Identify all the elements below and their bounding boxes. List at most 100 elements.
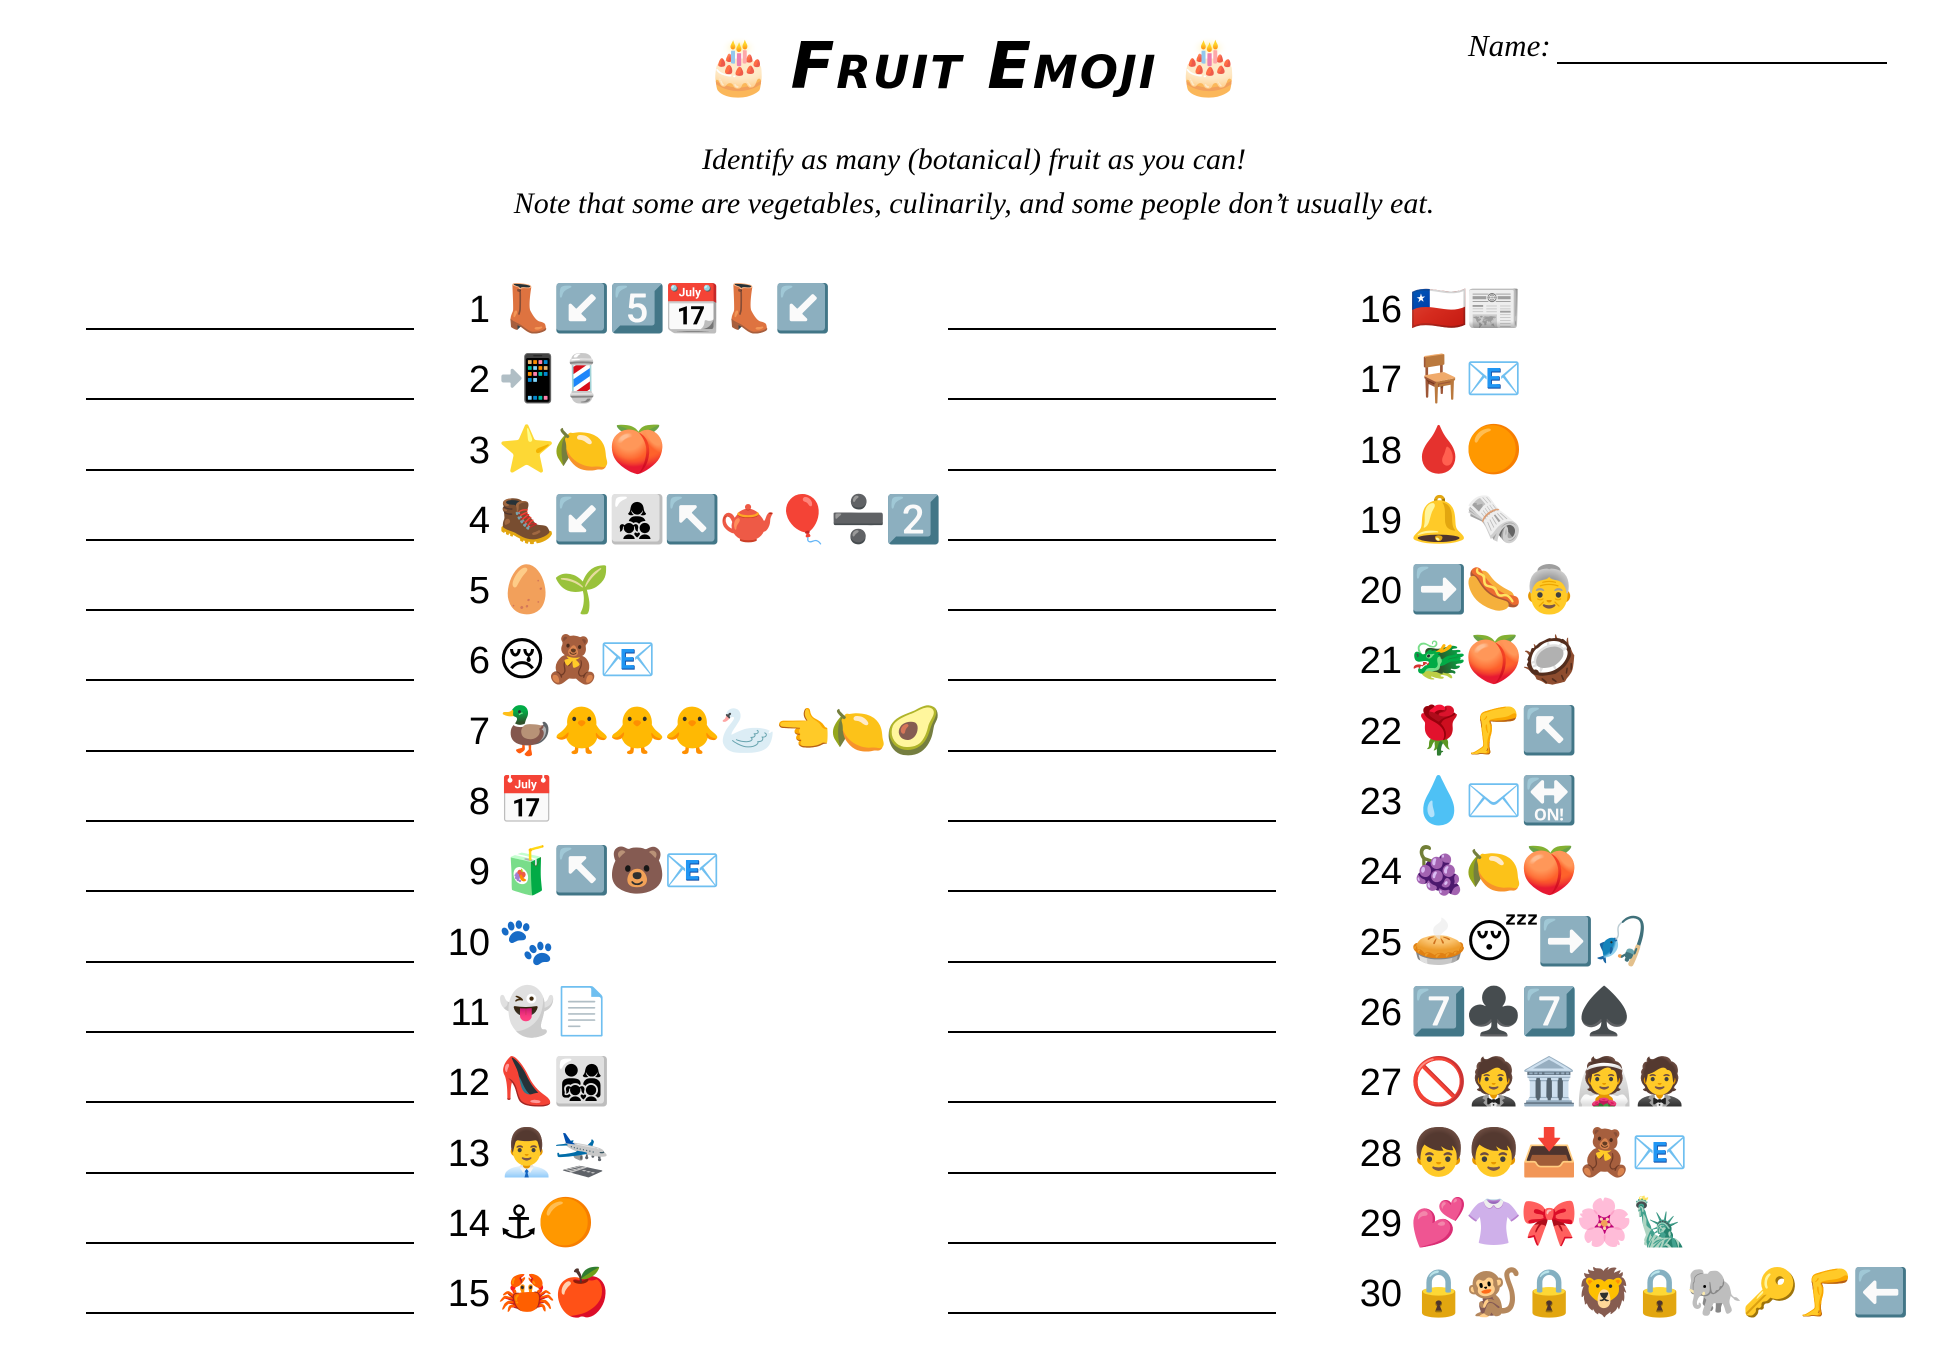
answer-blank-line[interactable] <box>948 1030 1276 1033</box>
worksheet-header: 🎂 Fruit Emoji 🎂 Name: Identify as many (… <box>0 0 1948 260</box>
answer-blank-line[interactable] <box>86 468 414 471</box>
question-number: 15 <box>447 1273 490 1316</box>
answer-blank-line[interactable] <box>948 749 1276 752</box>
question-number: 13 <box>447 1132 490 1175</box>
question-number: 7 <box>468 710 490 753</box>
emoji-clue: 🦀🍎 <box>498 1266 611 1319</box>
birthday-cake-icon: 🎂 <box>705 37 773 97</box>
question-number: 9 <box>468 851 490 894</box>
emoji-clue: 📅 <box>498 774 555 827</box>
name-field[interactable]: Name: <box>1468 28 1887 64</box>
answer-blank-line[interactable] <box>948 609 1276 612</box>
question-number: 25 <box>1359 921 1402 964</box>
emoji-clue: 🚫🤵🏛️👰🤵 <box>1410 1055 1688 1108</box>
left-question-column: 1 👢↙️5️⃣📆👢↙️ 2 📲💈 3 ⭐🍋🍑 4 🥾↙️👩‍👧‍👦↖️🫖🎈➗2️⃣ 5 🥚🌱 6 😢… <box>0 272 1000 1326</box>
question-row: 23 💧✉️🔛 <box>862 764 1862 834</box>
question-row: 4 🥾↙️👩‍👧‍👦↖️🫖🎈➗2️⃣ <box>0 483 1000 553</box>
answer-blank-line[interactable] <box>86 890 414 893</box>
emoji-clue: 🔔🗞️ <box>1410 492 1523 545</box>
question-row: 29 💕👚🎀🌸🗽 <box>862 1186 1862 1256</box>
name-blank-line[interactable] <box>1556 30 1887 64</box>
answer-blank-line[interactable] <box>86 679 414 682</box>
question-number: 29 <box>1359 1202 1402 1245</box>
emoji-clue: 🇨🇱📰 <box>1410 282 1523 334</box>
answer-blank-line[interactable] <box>86 1171 414 1174</box>
emoji-clue: 🩸🟠 <box>1410 422 1523 475</box>
right-question-column: 16 🇨🇱📰 17 🪑📧 18 🩸🟠 19 🔔🗞️ 20 ➡️🌭👵 21 🐲🍑🥥 22 🌹🦵↖️ 23 💧✉️… <box>862 272 1909 1326</box>
question-number: 12 <box>447 1062 490 1105</box>
answer-blank-line[interactable] <box>86 1101 414 1104</box>
answer-blank-line[interactable] <box>948 1101 1276 1104</box>
question-number: 19 <box>1359 499 1402 542</box>
answer-blank-line[interactable] <box>948 1312 1276 1315</box>
question-row: 20 ➡️🌭👵 <box>862 553 1862 623</box>
question-row: 13 👨‍💼🛬 <box>0 1116 1000 1186</box>
question-number: 8 <box>468 781 490 824</box>
answer-blank-line[interactable] <box>948 468 1276 471</box>
question-number: 24 <box>1359 851 1402 894</box>
question-number: 10 <box>447 921 490 964</box>
question-number: 23 <box>1359 781 1402 824</box>
question-row: 28 👦👦📥🧸📧 <box>862 1116 1862 1186</box>
emoji-clue: 🪑📧 <box>1410 352 1523 405</box>
question-row: 15 🦀🍎 <box>0 1256 1000 1326</box>
answer-blank-line[interactable] <box>948 328 1276 330</box>
answer-blank-line[interactable] <box>948 890 1276 893</box>
emoji-clue: 📲💈 <box>498 352 611 405</box>
question-row: 19 🔔🗞️ <box>862 483 1862 553</box>
question-number: 22 <box>1359 710 1402 753</box>
question-row: 12 👠👨‍👩‍👧‍👦 <box>0 1045 1000 1115</box>
answer-blank-line[interactable] <box>948 1241 1276 1244</box>
question-row: 5 🥚🌱 <box>0 553 1000 623</box>
answer-blank-line[interactable] <box>948 538 1276 541</box>
question-number: 16 <box>1359 289 1402 331</box>
question-number: 11 <box>450 991 490 1034</box>
emoji-clue: 💕👚🎀🌸🗽 <box>1410 1195 1688 1248</box>
question-number: 4 <box>468 499 490 542</box>
question-row: 18 🩸🟠 <box>862 413 1862 483</box>
question-number: 28 <box>1359 1132 1402 1175</box>
question-number: 2 <box>468 359 490 402</box>
emoji-clue: 👠👨‍👩‍👧‍👦 <box>498 1055 611 1108</box>
answer-blank-line[interactable] <box>86 398 414 401</box>
question-number: 1 <box>468 289 490 331</box>
question-row: 24 🍇🍋🍑 <box>862 834 1862 904</box>
question-number: 3 <box>468 429 490 472</box>
answer-blank-line[interactable] <box>86 328 414 330</box>
question-row: 3 ⭐🍋🍑 <box>0 413 1000 483</box>
question-row: 25 🥧😴➡️🎣 <box>862 905 1862 975</box>
instruction-line-2: Note that some are vegetables, culinaril… <box>513 187 1435 220</box>
answer-blank-line[interactable] <box>86 960 414 963</box>
emoji-clue: ⭐🍋🍑 <box>498 422 666 475</box>
emoji-clue: 🐲🍑🥥 <box>1410 633 1578 686</box>
emoji-clue: 7️⃣♣️7️⃣♠️ <box>1410 984 1633 1037</box>
answer-blank-line[interactable] <box>86 1030 414 1033</box>
question-number: 17 <box>1359 359 1402 402</box>
instructions: Identify as many (botanical) fruit as yo… <box>0 138 1948 226</box>
answer-blank-line[interactable] <box>86 820 414 823</box>
question-row: 21 🐲🍑🥥 <box>862 623 1862 693</box>
question-number: 30 <box>1359 1273 1402 1316</box>
page-title: Fruit Emoji <box>790 30 1158 104</box>
answer-blank-line[interactable] <box>948 398 1276 401</box>
emoji-clue: 🥚🌱 <box>498 563 611 616</box>
question-row: 17 🪑📧 <box>862 342 1862 412</box>
emoji-clue: 💧✉️🔛 <box>1410 774 1578 827</box>
emoji-clue: 👦👦📥🧸📧 <box>1410 1125 1688 1178</box>
answer-blank-line[interactable] <box>948 1171 1276 1174</box>
answer-blank-line[interactable] <box>948 820 1276 823</box>
emoji-clue: 🌹🦵↖️ <box>1410 703 1578 756</box>
emoji-clue: 👻📄 <box>498 984 611 1037</box>
answer-blank-line[interactable] <box>86 749 414 752</box>
answer-blank-line[interactable] <box>948 679 1276 682</box>
answer-blank-line[interactable] <box>86 538 414 541</box>
answer-blank-line[interactable] <box>86 1241 414 1244</box>
answer-blank-line[interactable] <box>86 609 414 612</box>
question-row: 14 ⚓🟠 <box>0 1186 1000 1256</box>
emoji-clue: 🥧😴➡️🎣 <box>1410 914 1650 967</box>
question-row: 27 🚫🤵🏛️👰🤵 <box>862 1045 1862 1115</box>
answer-blank-line[interactable] <box>86 1312 414 1315</box>
answer-blank-line[interactable] <box>948 960 1276 963</box>
question-row: 8 📅 <box>0 764 1000 834</box>
emoji-clue: 🐾 <box>498 914 555 967</box>
